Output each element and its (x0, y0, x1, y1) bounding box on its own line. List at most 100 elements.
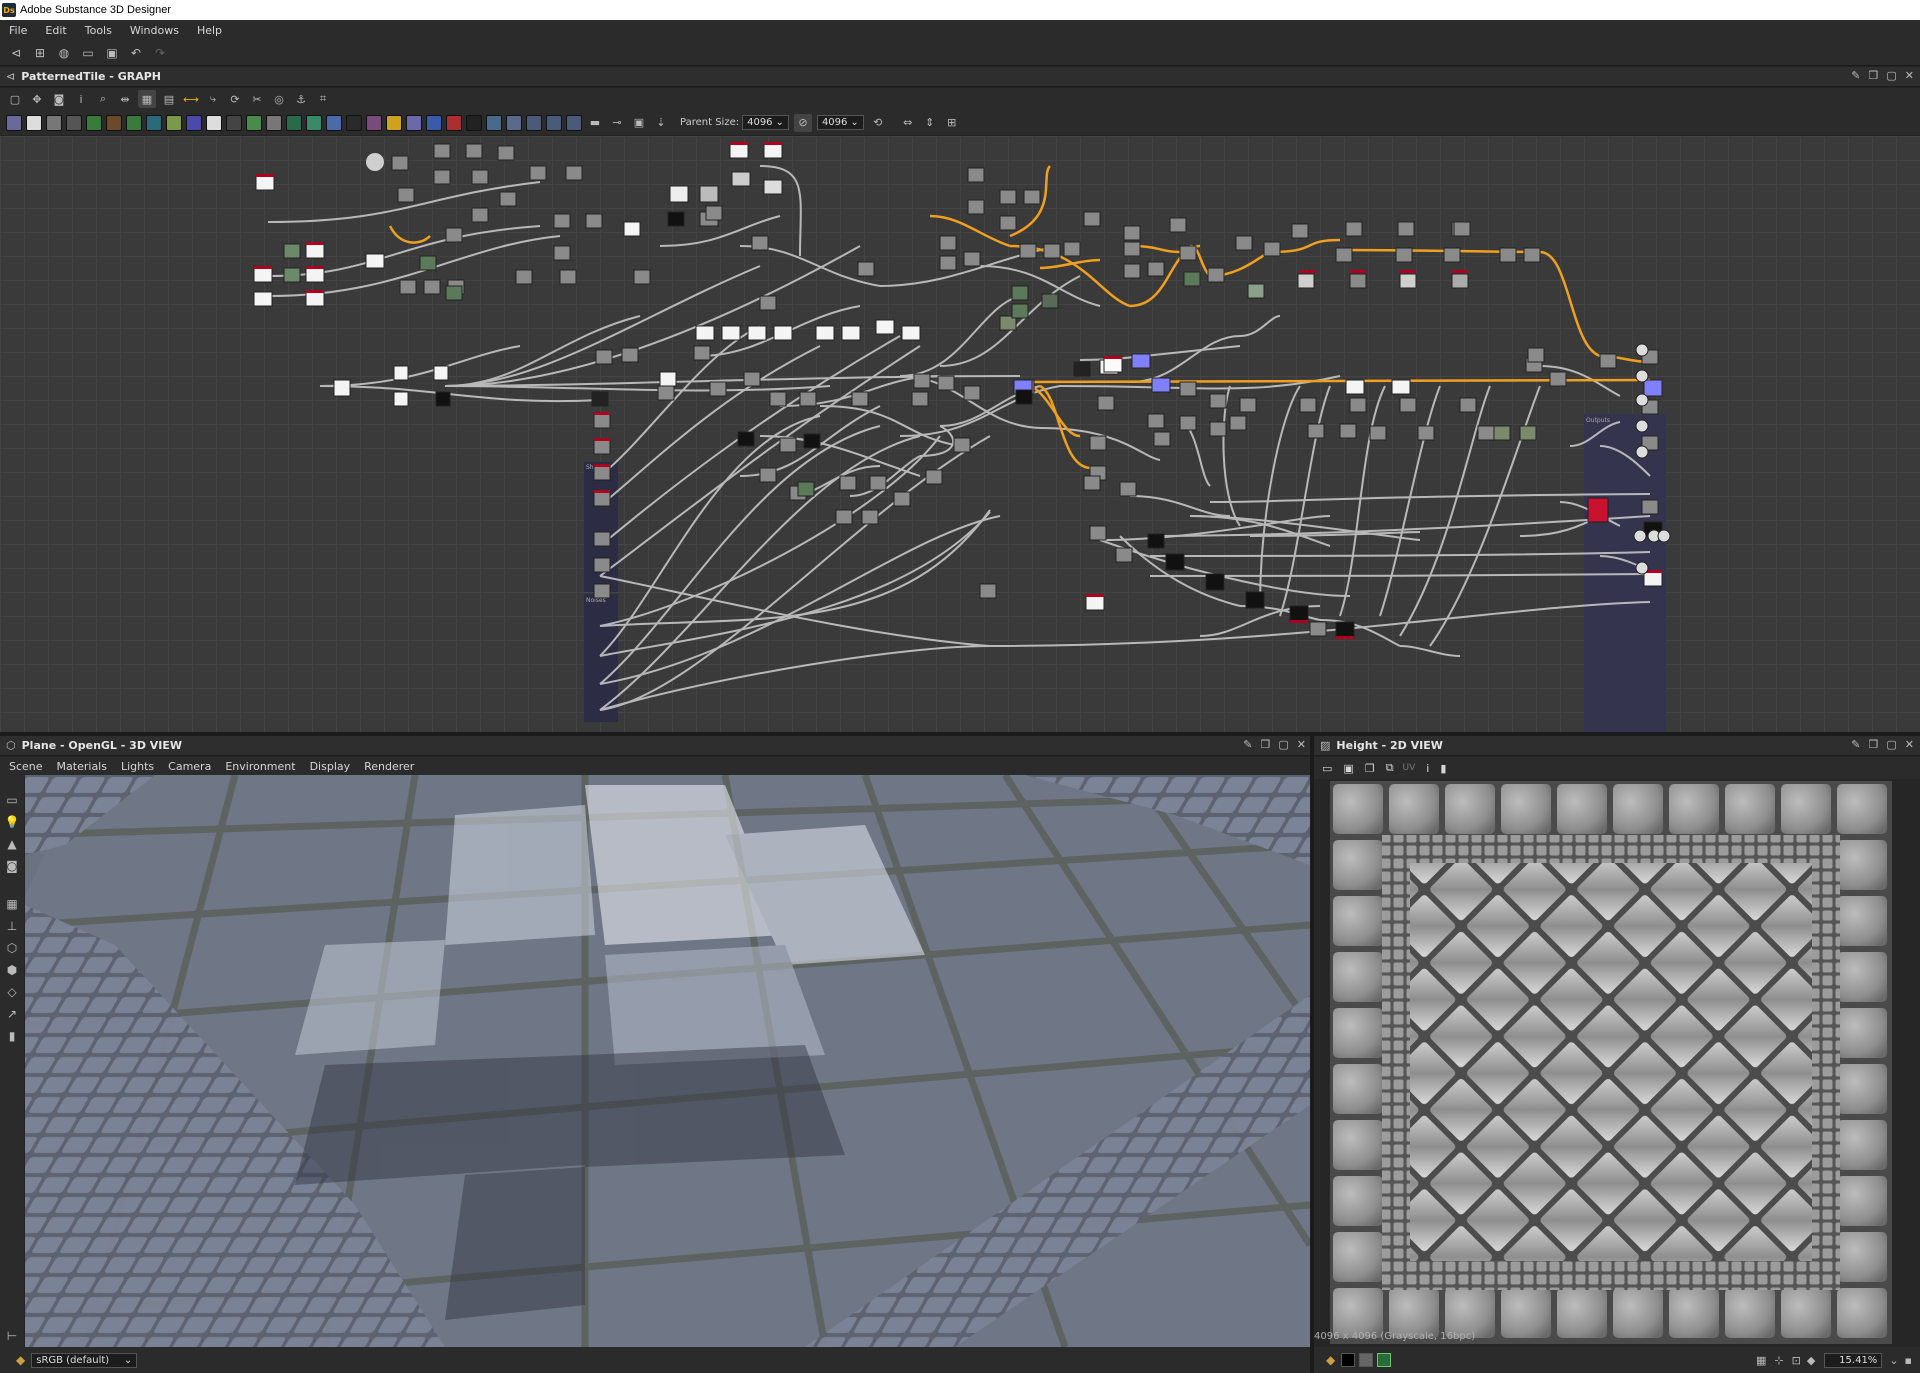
menu-help[interactable]: Help (188, 24, 231, 37)
graph-node[interactable] (1169, 217, 1187, 233)
graph-node[interactable] (1247, 283, 1265, 299)
graph-node[interactable] (1205, 573, 1225, 591)
graph-node[interactable] (305, 243, 325, 259)
float-icon[interactable]: ❐ (1869, 69, 1879, 82)
graph-node[interactable] (815, 325, 835, 341)
graph-node[interactable] (1643, 379, 1663, 397)
lock-ratio-icon[interactable]: ⊘ (793, 113, 812, 132)
graph-node[interactable] (393, 365, 409, 381)
warp-icon[interactable] (186, 114, 202, 131)
graph-node[interactable] (621, 347, 639, 363)
view3d-viewport[interactable] (25, 775, 1310, 1347)
bitmap-node-icon[interactable] (6, 114, 22, 131)
cube-view-icon[interactable]: ⬡ (3, 939, 21, 957)
graph-node[interactable] (1459, 397, 1477, 413)
histogram-icon[interactable]: ▮ (1440, 762, 1446, 775)
search-icon[interactable]: ⌕ (94, 90, 112, 108)
anchor-icon[interactable]: ⚓ (292, 90, 310, 108)
graph-node[interactable] (433, 169, 451, 185)
graph-node[interactable] (471, 207, 489, 223)
graph-node[interactable] (1229, 415, 1247, 431)
graph-node[interactable] (963, 251, 981, 267)
graph-node[interactable] (1641, 499, 1659, 515)
graph-node[interactable] (841, 325, 861, 341)
grid-icon[interactable]: ▤ (160, 90, 178, 108)
zoom-slider-icon[interactable]: ◆ (1807, 1354, 1815, 1367)
hierarchy-icon[interactable]: ⊢ (3, 1327, 21, 1345)
maximize-icon[interactable]: ▢ (1886, 69, 1896, 82)
navigation-icon[interactable]: ⇣ (652, 114, 670, 132)
graph-node[interactable] (593, 465, 611, 481)
graph-node[interactable] (953, 437, 971, 453)
graph-node[interactable] (835, 509, 853, 525)
uniform-color-icon[interactable] (26, 114, 42, 131)
graph-node[interactable] (553, 245, 571, 261)
graph-node[interactable] (1179, 381, 1197, 397)
camera-icon[interactable]: ▭ (3, 791, 21, 809)
info-icon[interactable]: i (72, 90, 90, 108)
graph-node[interactable] (305, 291, 325, 307)
graph-node[interactable] (1115, 547, 1133, 563)
tangent-icon[interactable]: ↗ (3, 1005, 21, 1023)
graph-node[interactable] (1309, 621, 1327, 637)
graph-node[interactable] (399, 279, 417, 295)
graph-node[interactable] (799, 391, 817, 407)
close-icon[interactable]: ✕ (1905, 738, 1914, 751)
graph-node[interactable] (333, 379, 351, 397)
graph-node[interactable] (1179, 245, 1197, 261)
refresh-icon[interactable]: ⟳ (226, 90, 244, 108)
channels-icon[interactable] (1377, 1353, 1392, 1367)
value-node-icon[interactable] (466, 114, 482, 131)
menu-camera[interactable]: Camera (168, 760, 211, 773)
graph-node[interactable] (595, 349, 613, 365)
pin-icon[interactable]: ✎ (1243, 738, 1252, 751)
link-icon[interactable]: ◍ (55, 44, 73, 62)
graph-node[interactable] (967, 199, 985, 215)
graph-node[interactable] (1147, 261, 1165, 277)
graph-node[interactable] (393, 391, 409, 407)
graph-node[interactable] (751, 235, 769, 251)
graph-node[interactable] (1123, 241, 1141, 257)
pick-icon[interactable]: ⊹ (1774, 1354, 1783, 1367)
snapshot-icon[interactable]: ◙ (3, 857, 21, 875)
graph-node[interactable] (901, 325, 921, 341)
graph-node[interactable] (255, 175, 275, 191)
fx-icon[interactable] (506, 114, 522, 131)
graph-node[interactable] (747, 325, 767, 341)
graph-node[interactable] (1043, 243, 1061, 259)
zoom-field[interactable]: 15.41% (1824, 1352, 1883, 1368)
black-background-icon[interactable] (1341, 1353, 1356, 1367)
undo-icon[interactable]: ↶ (127, 44, 145, 62)
graph-node[interactable] (1349, 397, 1367, 413)
menu-renderer[interactable]: Renderer (364, 760, 414, 773)
graph-node[interactable] (593, 531, 611, 547)
output-set-icon[interactable] (566, 114, 582, 131)
save-icon[interactable]: ▣ (103, 44, 121, 62)
graph-node[interactable] (529, 165, 547, 181)
curve-icon[interactable] (86, 114, 102, 131)
graph-node[interactable] (1165, 553, 1185, 571)
graph-node[interactable] (565, 165, 583, 181)
graph-node[interactable] (1089, 435, 1107, 451)
graph-node[interactable] (667, 211, 685, 227)
svg-node-icon[interactable] (426, 114, 442, 131)
close-icon[interactable]: ✕ (1905, 69, 1914, 82)
graph-node[interactable] (861, 509, 879, 525)
layout-icon[interactable]: ▦ (138, 90, 156, 108)
graph-node[interactable] (1131, 353, 1151, 369)
graph-node[interactable] (1477, 425, 1495, 441)
graph-node[interactable] (1263, 241, 1281, 257)
center-icon[interactable]: ✥ (28, 90, 46, 108)
fit-icon[interactable]: ⊡ (1792, 1354, 1801, 1367)
menu-file[interactable]: File (0, 24, 36, 37)
graph-node[interactable] (729, 143, 749, 159)
graph-node[interactable] (1307, 423, 1325, 439)
grid-toggle-icon[interactable]: ▦ (1756, 1354, 1766, 1367)
graph-node[interactable] (397, 187, 415, 203)
graph-node[interactable] (1417, 425, 1435, 441)
graph-node[interactable] (1549, 371, 1567, 387)
graph-node[interactable] (623, 221, 641, 237)
info-icon[interactable]: i (1426, 762, 1429, 775)
graph-node[interactable] (1399, 273, 1417, 289)
menu-edit[interactable]: Edit (36, 24, 75, 37)
